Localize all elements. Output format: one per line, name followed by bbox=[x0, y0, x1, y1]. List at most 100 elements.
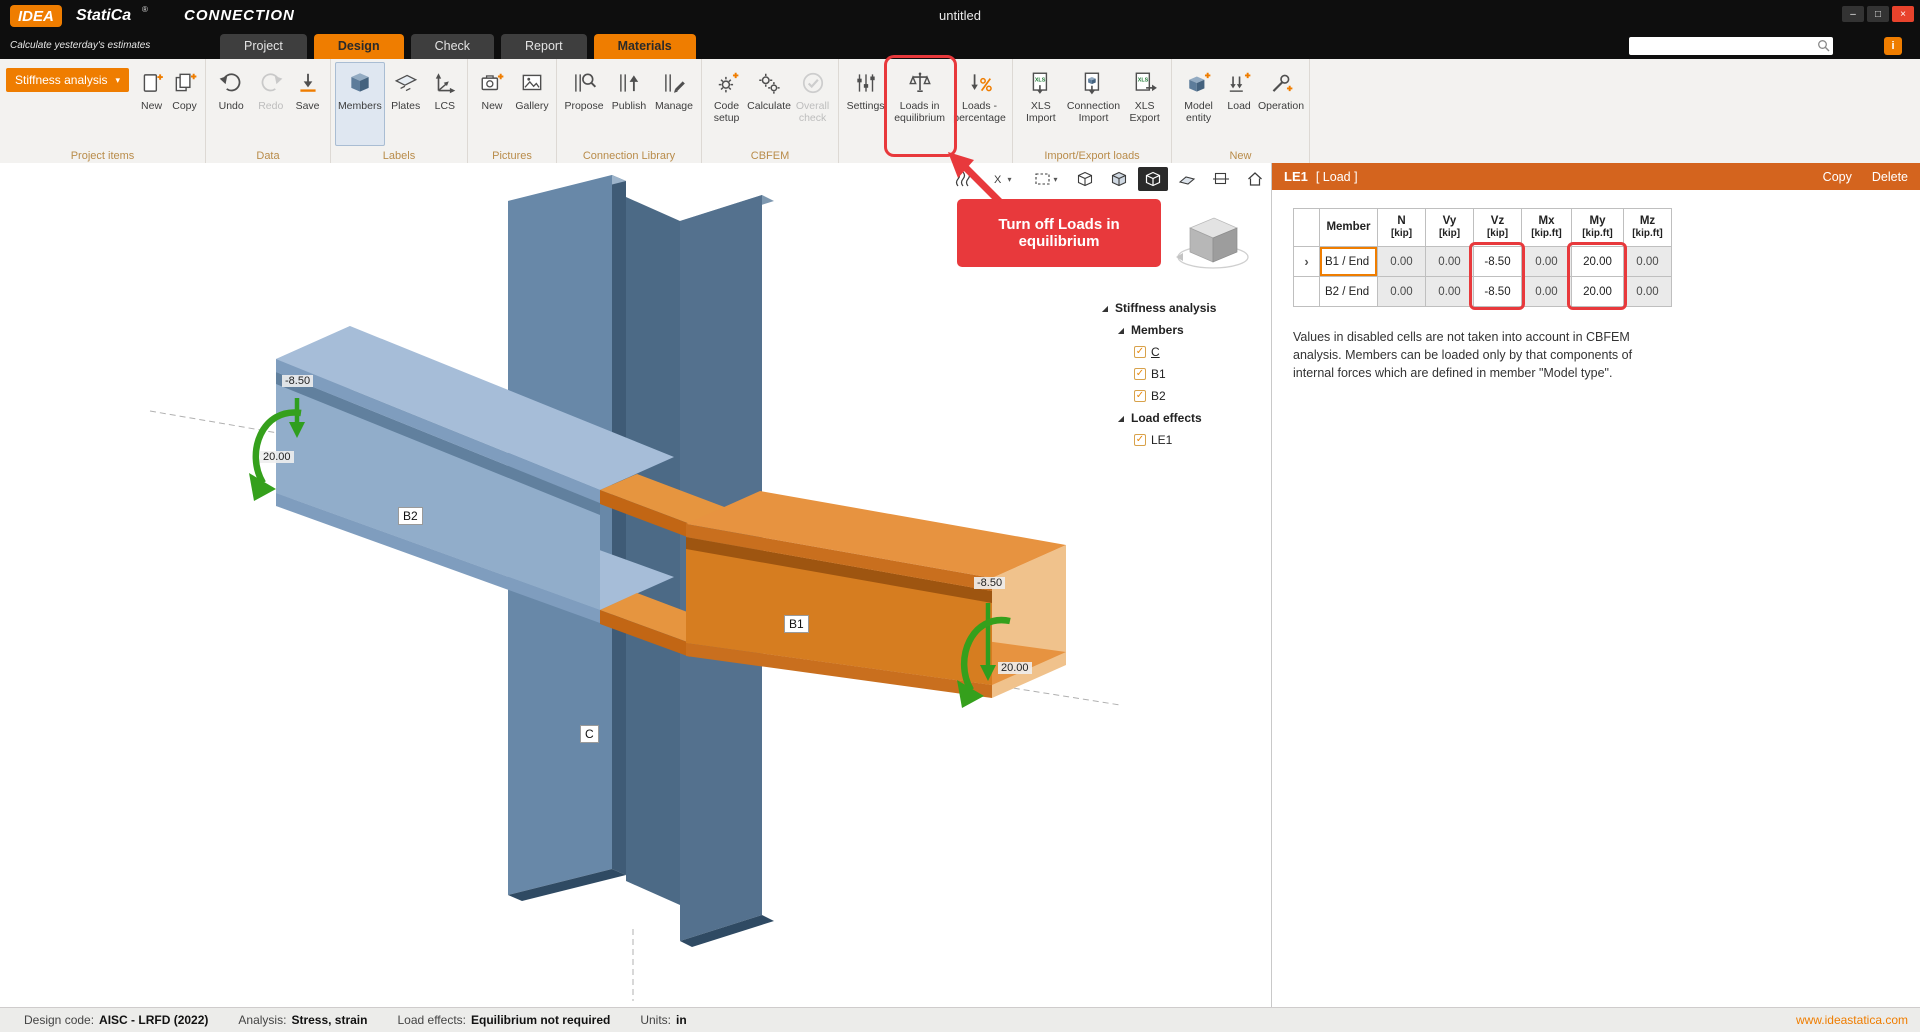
model-entity-button[interactable]: Model entity bbox=[1176, 62, 1221, 146]
search-box[interactable] bbox=[1629, 37, 1833, 55]
selection-marquee-dropdown[interactable]: ▾ bbox=[1026, 167, 1066, 191]
tab-check[interactable]: Check bbox=[411, 34, 494, 59]
load-label-moment-left: 20.00 bbox=[260, 451, 294, 463]
save-button[interactable]: Save bbox=[289, 62, 326, 146]
cell-b2-n: 0.00 bbox=[1378, 277, 1426, 307]
website-link[interactable]: www.ideastatica.com bbox=[1796, 1013, 1908, 1027]
tree-item-le1[interactable]: ✓ LE1 bbox=[1100, 429, 1268, 451]
section-plane-icon[interactable] bbox=[1206, 167, 1236, 191]
checkbox-b2[interactable]: ✓ bbox=[1134, 390, 1146, 402]
overall-check-button: Overall check bbox=[791, 62, 834, 146]
tab-project[interactable]: Project bbox=[220, 34, 307, 59]
tree-item-b1[interactable]: ✓ B1 bbox=[1100, 363, 1268, 385]
propose-button[interactable]: Propose bbox=[561, 62, 607, 146]
search-input[interactable] bbox=[1633, 38, 1817, 55]
checkbox-b1[interactable]: ✓ bbox=[1134, 368, 1146, 380]
view-wireframe-icon[interactable] bbox=[1070, 167, 1100, 191]
tree-members-group[interactable]: ◢ Members bbox=[1100, 319, 1268, 341]
row-selector[interactable] bbox=[1294, 277, 1320, 307]
checkbox-c[interactable]: ✓ bbox=[1134, 346, 1146, 358]
view-plane-icon[interactable] bbox=[1172, 167, 1202, 191]
percentage-loads-icon bbox=[967, 66, 993, 100]
load-button[interactable]: Load bbox=[1221, 62, 1257, 146]
plates-icon bbox=[393, 66, 419, 100]
code-setup-button[interactable]: Code setup bbox=[706, 62, 747, 146]
xls-export-button[interactable]: XLS XLS Export bbox=[1122, 62, 1167, 146]
connection-import-icon bbox=[1080, 66, 1106, 100]
close-button[interactable]: × bbox=[1892, 6, 1914, 22]
cell-b2-vz[interactable]: -8.50 bbox=[1474, 277, 1522, 307]
cell-member-b1-end[interactable]: B1 / End bbox=[1320, 247, 1378, 277]
tree-load-effects-group[interactable]: ◢ Load effects bbox=[1100, 407, 1268, 429]
tab-report[interactable]: Report bbox=[501, 34, 587, 59]
info-button[interactable]: i bbox=[1884, 37, 1902, 55]
load-effect-type: [ Load ] bbox=[1316, 170, 1358, 184]
view-solid-icon[interactable] bbox=[1138, 167, 1168, 191]
cell-member-b2-end[interactable]: B2 / End bbox=[1320, 277, 1378, 307]
tab-materials[interactable]: Materials bbox=[594, 34, 696, 59]
tree-item-b2[interactable]: ✓ B2 bbox=[1100, 385, 1268, 407]
load-label-moment-right: 20.00 bbox=[998, 662, 1032, 674]
group-caption: Connection Library bbox=[557, 150, 701, 162]
labels-lcs-toggle[interactable]: LCS bbox=[427, 62, 463, 146]
scene-3d[interactable] bbox=[0, 163, 1272, 1007]
calculate-button[interactable]: Calculate bbox=[747, 62, 791, 146]
loads-in-equilibrium-toggle[interactable]: Loads in equilibrium bbox=[888, 62, 951, 146]
undo-button[interactable]: Undo bbox=[210, 62, 252, 146]
expander-icon[interactable]: ◢ bbox=[1116, 414, 1126, 423]
home-view-icon[interactable] bbox=[1240, 167, 1270, 191]
checkbox-le1[interactable]: ✓ bbox=[1134, 434, 1146, 446]
navigation-cube[interactable] bbox=[1174, 209, 1252, 282]
tree-root[interactable]: ◢ Stiffness analysis bbox=[1100, 297, 1268, 319]
member-label-c[interactable]: C bbox=[580, 725, 599, 743]
labels-display-dropdown[interactable]: X ▾ bbox=[982, 167, 1022, 191]
operation-button[interactable]: Operation bbox=[1257, 62, 1305, 146]
settings-button[interactable]: Settings bbox=[843, 62, 888, 146]
tab-row: Calculate yesterday's estimates Project … bbox=[0, 34, 1920, 59]
members-cube-icon bbox=[347, 66, 373, 100]
copy-project-item-button[interactable]: Copy bbox=[168, 62, 201, 146]
connection-import-button[interactable]: Connection Import bbox=[1065, 62, 1123, 146]
member-label-b1[interactable]: B1 bbox=[784, 615, 809, 633]
cell-b1-vy: 0.00 bbox=[1426, 247, 1474, 277]
delete-load-button[interactable]: Delete bbox=[1872, 170, 1908, 184]
expander-icon[interactable]: ◢ bbox=[1100, 304, 1110, 313]
maximize-button[interactable]: □ bbox=[1867, 6, 1889, 22]
loads-percentage-toggle[interactable]: Loads - percentage bbox=[951, 62, 1008, 146]
ribbon-group-data: Undo Redo Save Data bbox=[206, 59, 331, 163]
cell-b1-vz[interactable]: -8.50 bbox=[1474, 247, 1522, 277]
copy-load-button[interactable]: Copy bbox=[1823, 170, 1852, 184]
minimize-button[interactable]: – bbox=[1842, 6, 1864, 22]
labels-members-toggle[interactable]: Members bbox=[335, 62, 385, 146]
new-project-item-button[interactable]: New bbox=[135, 62, 168, 146]
deformed-shape-icon[interactable] bbox=[948, 167, 978, 191]
picture-new-button[interactable]: New bbox=[472, 62, 512, 146]
labels-plates-toggle[interactable]: Plates bbox=[385, 62, 427, 146]
ribbon-group-options: Settings Loads in equilibrium Loads - pe… bbox=[839, 59, 1013, 163]
ribbon-group-project-items: Stiffness analysis ▾ New Copy Project it… bbox=[0, 59, 206, 163]
load-label-shear-right: -8.50 bbox=[974, 577, 1005, 589]
svg-text:XLS: XLS bbox=[1137, 77, 1148, 83]
load-arrows-icon bbox=[1226, 66, 1252, 100]
xls-import-button[interactable]: XLS XLS Import bbox=[1017, 62, 1065, 146]
load-effect-header: LE1 [ Load ] Copy Delete bbox=[1272, 163, 1920, 190]
tree-item-c[interactable]: ✓ C bbox=[1100, 341, 1268, 363]
view-shaded-icon[interactable] bbox=[1104, 167, 1134, 191]
balance-scale-icon bbox=[907, 66, 933, 100]
publish-button[interactable]: Publish bbox=[607, 62, 651, 146]
cell-b2-my[interactable]: 20.00 bbox=[1572, 277, 1624, 307]
manage-button[interactable]: Manage bbox=[651, 62, 697, 146]
row-selector[interactable]: › bbox=[1294, 247, 1320, 277]
expander-icon[interactable]: ◢ bbox=[1116, 326, 1126, 335]
load-effects-label: Load effects: bbox=[397, 1013, 466, 1027]
units-label: Units: bbox=[640, 1013, 671, 1027]
member-label-b2[interactable]: B2 bbox=[398, 507, 423, 525]
cell-b1-my[interactable]: 20.00 bbox=[1572, 247, 1624, 277]
picture-gallery-button[interactable]: Gallery bbox=[512, 62, 552, 146]
analysis-label: Analysis: bbox=[238, 1013, 286, 1027]
stiffness-analysis-dropdown[interactable]: Stiffness analysis ▾ bbox=[6, 68, 129, 92]
tab-design[interactable]: Design bbox=[314, 34, 404, 59]
redo-icon bbox=[258, 66, 284, 100]
viewport-3d[interactable]: -8.50 20.00 -8.50 20.00 B2 B1 C X ▾ ▾ bbox=[0, 163, 1272, 1007]
group-caption: Data bbox=[206, 150, 330, 162]
